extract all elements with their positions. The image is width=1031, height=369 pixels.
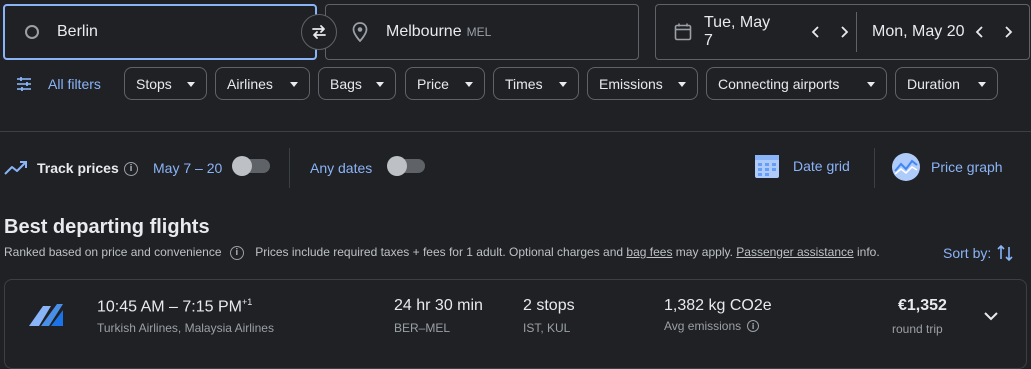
trending-line-icon <box>4 161 27 175</box>
flight-airlines: Turkish Airlines, Malaysia Airlines <box>97 321 274 335</box>
destination-input[interactable]: Melbourne <box>386 23 462 41</box>
ranking-info-icon[interactable]: i <box>229 245 244 260</box>
flight-result-card[interactable]: 10:45 AM – 7:15 PM+1 Turkish Airlines, M… <box>4 279 1027 369</box>
swap-arrows-icon <box>312 25 326 39</box>
location-pin-icon <box>352 22 368 42</box>
caret-down-icon <box>559 82 567 87</box>
date-grid-button[interactable]: Date grid <box>753 152 850 180</box>
origin-field[interactable]: Berlin <box>3 4 317 60</box>
depart-date[interactable]: Tue, May 7 <box>704 14 783 50</box>
caret-down-icon <box>187 82 195 87</box>
sort-by-label: Sort by: <box>943 245 992 261</box>
calendar-icon <box>674 23 692 41</box>
ranked-text: Ranked based on price and convenience <box>4 245 222 259</box>
any-dates-toggle[interactable] <box>387 156 425 176</box>
track-prices-toggle[interactable] <box>232 156 270 176</box>
sort-by-button[interactable]: Sort by: <box>943 244 1013 262</box>
info-icon[interactable]: i <box>124 162 138 176</box>
price-graph-button[interactable]: Price graph <box>891 152 1003 182</box>
caret-down-icon <box>376 82 384 87</box>
track-prices-label: Track prices <box>37 160 119 176</box>
sort-icon <box>997 244 1013 262</box>
return-prev-chevron-icon[interactable] <box>968 20 992 44</box>
filter-chip-bags[interactable]: Bags <box>318 67 396 100</box>
day-offset: +1 <box>241 297 253 307</box>
track-separator <box>289 148 290 188</box>
origin-input[interactable]: Berlin <box>57 23 98 41</box>
caret-down-icon <box>678 82 686 87</box>
chip-label: Stops <box>136 75 172 92</box>
bag-fees-link[interactable]: bag fees <box>626 245 672 259</box>
price-graph-label: Price graph <box>931 159 1003 175</box>
depart-prev-chevron-icon[interactable] <box>805 20 829 44</box>
chip-label: Connecting airports <box>718 75 840 92</box>
swap-button[interactable] <box>301 14 337 50</box>
results-subline: Ranked based on price and convenience i … <box>4 245 880 260</box>
filter-chip-connecting-airports[interactable]: Connecting airports <box>706 67 887 100</box>
filter-chip-airlines[interactable]: Airlines <box>215 67 310 100</box>
flight-times-text: 10:45 AM – 7:15 PM <box>97 298 242 316</box>
chip-label: Emissions <box>599 75 663 92</box>
origin-circle-icon <box>25 25 39 39</box>
flight-price: €1,352 <box>898 297 947 314</box>
chip-label: Bags <box>330 75 362 92</box>
prices-text-3: info. <box>853 245 880 259</box>
all-filters-label: All filters <box>48 76 101 92</box>
chip-label: Duration <box>907 75 960 92</box>
date-grid-label: Date grid <box>793 158 850 174</box>
section-divider <box>0 131 1031 132</box>
flight-stop-airports: IST, KUL <box>523 321 571 335</box>
chip-label: Price <box>417 75 449 92</box>
expand-chevron-icon[interactable] <box>979 304 1003 328</box>
tune-icon <box>17 77 31 91</box>
filter-chip-price[interactable]: Price <box>405 67 485 100</box>
all-filters-button[interactable]: All filters <box>16 67 101 101</box>
destination-field[interactable]: Melbourne MEL <box>325 4 639 60</box>
any-dates-label: Any dates <box>310 160 373 176</box>
destination-code: MEL <box>466 25 492 39</box>
filter-chip-stops[interactable]: Stops <box>124 67 207 100</box>
prices-text-1: Prices include required taxes + fees for… <box>255 245 627 259</box>
return-date[interactable]: Mon, May 20 <box>872 23 964 41</box>
depart-date-section[interactable]: Tue, May 7 <box>656 5 856 59</box>
graph-separator <box>874 148 875 188</box>
toggle-knob <box>387 156 407 176</box>
flight-stops: 2 stops <box>523 297 575 314</box>
airline-logo <box>29 304 63 326</box>
filter-bar: All filters Stops Airlines Bags Price Ti… <box>0 67 1031 101</box>
price-graph-icon <box>892 153 920 181</box>
prices-text-2: may apply. <box>672 245 737 259</box>
emissions-label: Avg emissions <box>664 319 742 333</box>
track-date-range: May 7 – 20 <box>153 160 223 176</box>
depart-next-chevron-icon[interactable] <box>832 20 856 44</box>
return-next-chevron-icon[interactable] <box>996 20 1020 44</box>
return-date-section[interactable]: Mon, May 20 <box>857 5 1020 59</box>
date-grid-icon <box>755 155 779 178</box>
caret-down-icon <box>978 82 986 87</box>
chip-label: Times <box>505 75 543 92</box>
caret-down-icon <box>290 82 298 87</box>
caret-down-icon <box>867 82 875 87</box>
flight-times: 10:45 AM – 7:15 PM+1 <box>97 297 252 316</box>
flight-duration: 24 hr 30 min <box>394 297 483 314</box>
filter-chip-times[interactable]: Times <box>493 67 579 100</box>
results-heading: Best departing flights <box>4 216 210 238</box>
filter-chip-emissions[interactable]: Emissions <box>587 67 698 100</box>
passenger-assistance-link[interactable]: Passenger assistance <box>736 245 853 259</box>
emissions-label-row: Avg emissions i <box>664 319 760 333</box>
track-prices-bar: Track prices i May 7 – 20 Any dates Date… <box>0 148 1031 188</box>
flight-route: BER–MEL <box>394 321 451 335</box>
toggle-knob <box>232 156 252 176</box>
dates-field[interactable]: Tue, May 7 Mon, May 20 <box>655 4 1030 60</box>
price-label: round trip <box>892 322 943 336</box>
caret-down-icon <box>465 82 473 87</box>
chip-label: Airlines <box>227 75 273 92</box>
flight-emissions: 1,382 kg CO2e <box>664 297 772 314</box>
emissions-info-icon[interactable]: i <box>747 320 760 332</box>
filter-chip-duration[interactable]: Duration <box>895 67 998 100</box>
